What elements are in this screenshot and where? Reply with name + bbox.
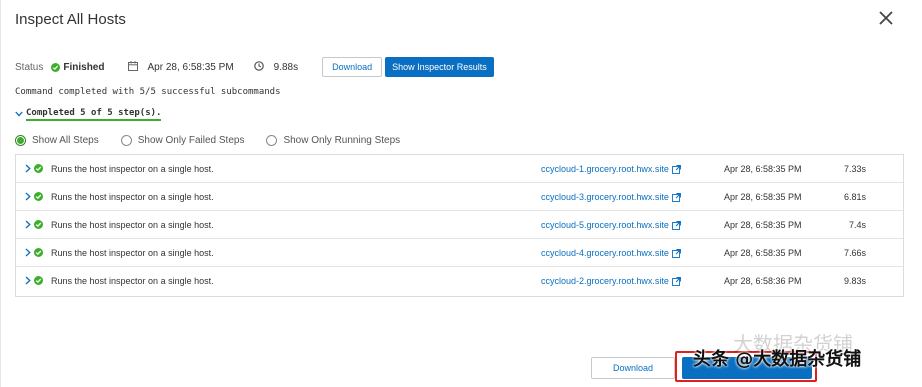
table-row: Runs the host inspector on a single host… — [16, 183, 903, 211]
inspect-hosts-modal: Inspect All Hosts Status Finished Apr 28… — [0, 0, 922, 387]
host-link-text: ccycloud-4.grocery.root.hwx.site — [541, 248, 669, 258]
status-date: Apr 28, 6:58:35 PM — [147, 61, 234, 73]
step-description: Runs the host inspector on a single host… — [51, 192, 214, 202]
status-row: Status Finished Apr 28, 6:58:35 PM 9.88s… — [15, 56, 494, 78]
external-link-icon — [671, 276, 681, 286]
step-duration: 7.66s — [843, 248, 866, 258]
radio-all-steps[interactable] — [15, 135, 26, 146]
radio-running-steps[interactable] — [266, 135, 278, 146]
host-link[interactable]: ccycloud-1.grocery.root.hwx.site — [541, 164, 681, 174]
step-description: Runs the host inspector on a single host… — [51, 276, 214, 286]
step-time: Apr 28, 6:58:35 PM — [724, 248, 802, 258]
table-row: Runs the host inspector on a single host… — [16, 155, 903, 183]
host-link[interactable]: ccycloud-2.grocery.root.hwx.site — [541, 276, 681, 286]
watermark-text: 头条 @大数据杂货铺 — [693, 349, 862, 370]
table-row: Runs the host inspector on a single host… — [16, 239, 903, 267]
check-circle-icon — [34, 248, 43, 257]
check-circle-icon — [34, 220, 43, 229]
radio-failed-steps[interactable] — [120, 135, 132, 146]
chevron-right-icon[interactable] — [25, 164, 31, 175]
host-link[interactable]: ccycloud-4.grocery.root.hwx.site — [541, 248, 681, 258]
host-link-text: ccycloud-3.grocery.root.hwx.site — [541, 192, 669, 202]
step-description: Runs the host inspector on a single host… — [51, 248, 214, 258]
filter-failed-steps-label: Show Only Failed Steps — [137, 135, 245, 146]
filter-running-steps-label: Show Only Running Steps — [283, 135, 401, 146]
completed-steps-label: Completed 5 of 5 step(s). — [26, 108, 162, 121]
chevron-right-icon[interactable] — [25, 192, 31, 203]
download-button[interactable]: Download — [322, 57, 383, 77]
host-link-text: ccycloud-1.grocery.root.hwx.site — [541, 164, 669, 174]
external-link-icon — [671, 164, 681, 174]
host-link-text: ccycloud-2.grocery.root.hwx.site — [541, 276, 669, 286]
step-description: Runs the host inspector on a single host… — [51, 220, 214, 230]
step-description: Runs the host inspector on a single host… — [51, 164, 214, 174]
show-inspector-results-button[interactable]: Show Inspector Results — [385, 57, 494, 77]
status-label: Status — [15, 61, 44, 73]
step-time: Apr 28, 6:58:36 PM — [724, 276, 802, 286]
filter-all-steps-label: Show All Steps — [32, 135, 99, 146]
modal-header: Inspect All Hosts — [15, 10, 906, 34]
chevron-down-icon — [15, 109, 23, 120]
status-state: Finished — [63, 61, 105, 73]
status-duration: 9.88s — [273, 61, 299, 73]
close-icon[interactable] — [878, 10, 898, 30]
step-time: Apr 28, 6:58:35 PM — [724, 220, 802, 230]
step-duration: 7.4s — [848, 220, 866, 230]
filter-all-steps[interactable]: Show All Steps — [15, 135, 99, 146]
modal-title: Inspect All Hosts — [15, 11, 126, 28]
chevron-right-icon[interactable] — [25, 248, 31, 259]
chevron-right-icon[interactable] — [25, 276, 31, 287]
external-link-icon — [671, 220, 681, 230]
table-row: Runs the host inspector on a single host… — [16, 267, 903, 295]
steps-table: Runs the host inspector on a single host… — [15, 154, 904, 297]
table-row: Runs the host inspector on a single host… — [16, 211, 903, 239]
host-link[interactable]: ccycloud-3.grocery.root.hwx.site — [541, 192, 681, 202]
calendar-icon — [128, 60, 139, 74]
check-circle-icon — [51, 62, 61, 72]
footer-download-button[interactable]: Download — [591, 357, 675, 379]
clock-icon — [253, 60, 264, 74]
completed-steps-toggle[interactable]: Completed 5 of 5 step(s). — [15, 108, 162, 121]
check-circle-icon — [34, 164, 43, 173]
step-time: Apr 28, 6:58:35 PM — [724, 192, 802, 202]
check-circle-icon — [34, 192, 43, 201]
external-link-icon — [671, 192, 681, 202]
check-circle-icon — [34, 276, 43, 285]
step-duration: 6.81s — [843, 192, 866, 202]
host-link[interactable]: ccycloud-5.grocery.root.hwx.site — [541, 220, 681, 230]
step-time: Apr 28, 6:58:35 PM — [724, 164, 802, 174]
filter-running-steps[interactable]: Show Only Running Steps — [266, 135, 400, 146]
filter-failed-steps[interactable]: Show Only Failed Steps — [120, 135, 245, 146]
host-link-text: ccycloud-5.grocery.root.hwx.site — [541, 220, 669, 230]
step-duration: 9.83s — [843, 276, 866, 286]
step-duration: 7.33s — [843, 164, 866, 174]
chevron-right-icon[interactable] — [25, 220, 31, 231]
step-filters: Show All Steps Show Only Failed Steps Sh… — [15, 135, 422, 146]
external-link-icon — [671, 248, 681, 258]
command-summary: Command completed with 5/5 successful su… — [15, 87, 281, 97]
